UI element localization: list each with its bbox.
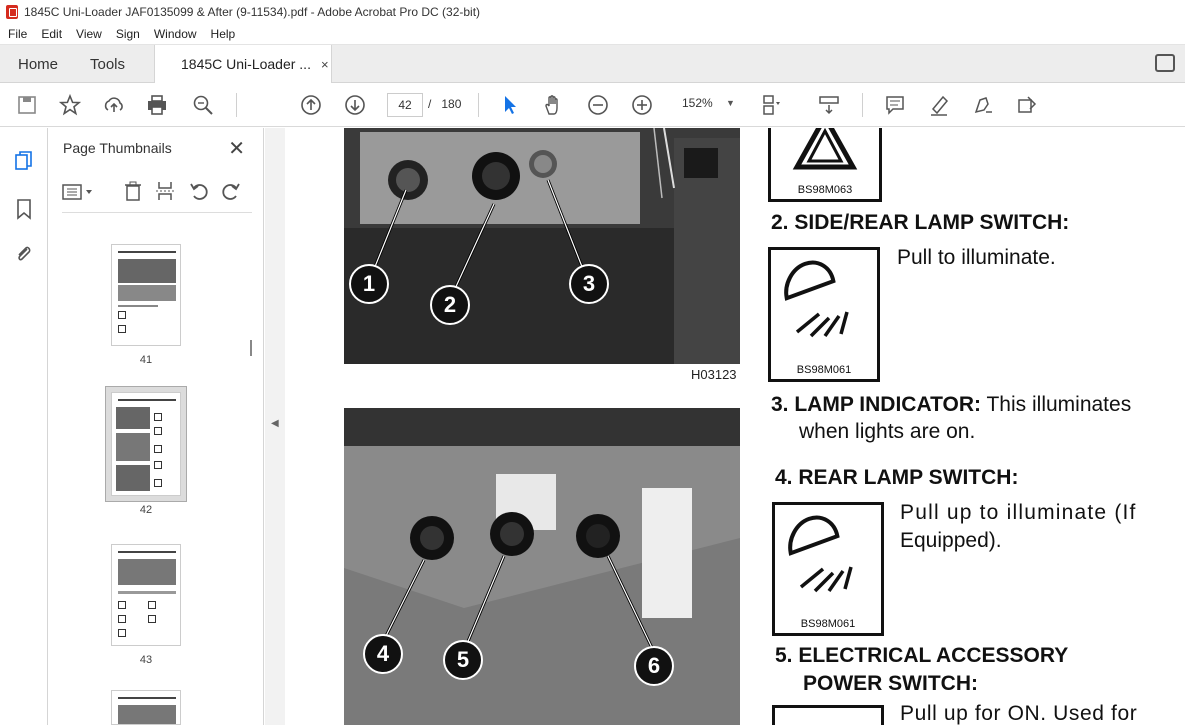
previous-page-icon[interactable] [300,94,322,116]
tab-document[interactable]: 1845C Uni-Loader ... × [154,45,332,83]
rotate-right-icon[interactable] [220,180,242,202]
item-2-text: Pull to illuminate. [897,246,1056,269]
control-panel-photo-top [344,128,740,364]
lamp-symbol-box: BS98M061 [768,247,880,382]
panel-title: Page Thumbnails [63,140,172,156]
extract-page-icon[interactable] [154,180,176,202]
acrobat-icon [6,5,18,19]
thumbnail-page-number: 41 [139,354,153,366]
warning-symbol-box: BS98M063 [768,128,882,202]
symbol-code: BS98M061 [800,618,856,630]
item-4-heading: 4. REAR LAMP SWITCH: [775,466,1019,489]
thumbnail-page-number: 43 [139,654,153,666]
window-title: 1845C Uni-Loader JAF0135099 & After (9-1… [24,5,481,19]
menu-window[interactable]: Window [154,27,197,41]
menu-edit[interactable]: Edit [41,27,62,41]
toolbar-divider [478,93,479,117]
symbol-code: BS98M063 [797,184,853,196]
total-pages: 180 [441,97,462,111]
stamp-tool-icon[interactable] [1016,94,1038,116]
highlight-pen-icon[interactable] [928,94,950,116]
menu-view[interactable]: View [76,27,102,41]
tab-bar: Home Tools 1845C Uni-Loader ... × [0,45,1185,83]
print-icon[interactable] [146,94,168,116]
item-4-text-cont: Equipped). [900,529,1002,552]
figure-reference: H03123 [691,367,737,382]
zoom-search-icon[interactable] [192,94,214,116]
thumbnail-options-icon[interactable] [62,182,96,202]
item-3-heading: 3. LAMP INDICATOR: [771,393,982,416]
thumbnail-toolbar [62,178,252,206]
rotate-left-icon[interactable] [188,180,210,202]
page-thumbnail[interactable] [111,544,181,646]
zoom-out-icon[interactable] [587,94,609,116]
callout-3: 3 [569,264,609,304]
item-5-text: Pull up for ON. Used for [900,702,1138,725]
tab-tools[interactable]: Tools [90,45,125,83]
symbol-code: BS98M061 [796,364,852,376]
attachments-icon[interactable] [14,243,34,265]
sign-pen-icon[interactable] [972,94,994,116]
document-viewer[interactable]: 1 2 3 H03123 4 5 6 BS98M063 2. SIDE/REAR… [285,128,1185,725]
item-5-heading: 5. ELECTRICAL ACCESSORY [775,644,1069,667]
callout-5: 5 [443,640,483,680]
item-5-heading-cont: POWER SWITCH: [803,672,978,695]
callout-4: 4 [363,634,403,674]
item-2-heading: 2. SIDE/REAR LAMP SWITCH: [771,211,1070,234]
upload-cloud-icon[interactable] [103,94,125,116]
callout-2: 2 [430,285,470,325]
zoom-in-icon[interactable] [631,94,653,116]
comment-icon[interactable] [884,94,906,116]
hand-tool-icon[interactable] [542,94,564,116]
page-thumbnail-selected[interactable] [111,392,181,496]
rear-lamp-symbol-box: BS98M061 [772,502,884,636]
page-number-input[interactable]: 42 [387,93,423,117]
toolbar-divider [236,93,237,117]
menu-bar: File Edit View Sign Window Help [0,24,1185,45]
panel-scrollbar[interactable] [250,340,252,356]
page-thumbnail[interactable] [111,244,181,346]
menu-file[interactable]: File [8,27,27,41]
bookmarks-icon[interactable] [15,198,33,220]
left-navigation-rail [0,128,48,725]
page-thumbnails-icon[interactable] [13,150,35,172]
save-icon[interactable] [16,94,38,116]
callout-1: 1 [349,264,389,304]
scrolling-mode-icon[interactable] [818,94,840,116]
page-thumbnail[interactable] [111,690,181,725]
item-4-text: Pull up to illuminate (If [900,501,1137,524]
title-bar: 1845C Uni-Loader JAF0135099 & After (9-1… [0,0,1185,24]
tab-close-icon[interactable]: × [321,57,329,72]
control-panel-photo-bottom [344,408,740,725]
callout-6: 6 [634,646,674,686]
toolbar-divider [862,93,863,117]
divider [62,212,252,213]
collapse-panel-button[interactable]: ◀ [265,128,285,725]
thumbnails-panel: Page Thumbnails ✕ 41 42 43 [48,128,264,725]
item-3-line1: 3. LAMP INDICATOR: This illuminates [771,393,1131,417]
select-cursor-icon[interactable] [499,94,521,116]
page-separator: / [428,97,432,111]
next-page-icon[interactable] [344,94,366,116]
tab-document-label: 1845C Uni-Loader ... [181,56,311,72]
bookmark-star-icon[interactable] [59,94,81,116]
zoom-level-select[interactable]: 152% [682,96,713,110]
chevron-left-icon: ◀ [271,418,279,429]
delete-page-icon[interactable] [122,180,144,202]
page-display-icon[interactable] [762,94,784,116]
chevron-down-icon[interactable]: ▼ [726,98,735,108]
item-3-text: This illuminates [986,393,1132,416]
menu-help[interactable]: Help [211,27,236,41]
tab-home[interactable]: Home [18,45,58,83]
power-symbol-box [772,705,884,725]
menu-sign[interactable]: Sign [116,27,140,41]
close-panel-icon[interactable]: ✕ [228,136,245,161]
item-3-text-cont: when lights are on. [799,420,976,443]
page-total: / 180 [428,97,461,111]
thumbnail-page-number: 42 [139,504,153,516]
comment-panel-icon[interactable] [1155,54,1175,72]
